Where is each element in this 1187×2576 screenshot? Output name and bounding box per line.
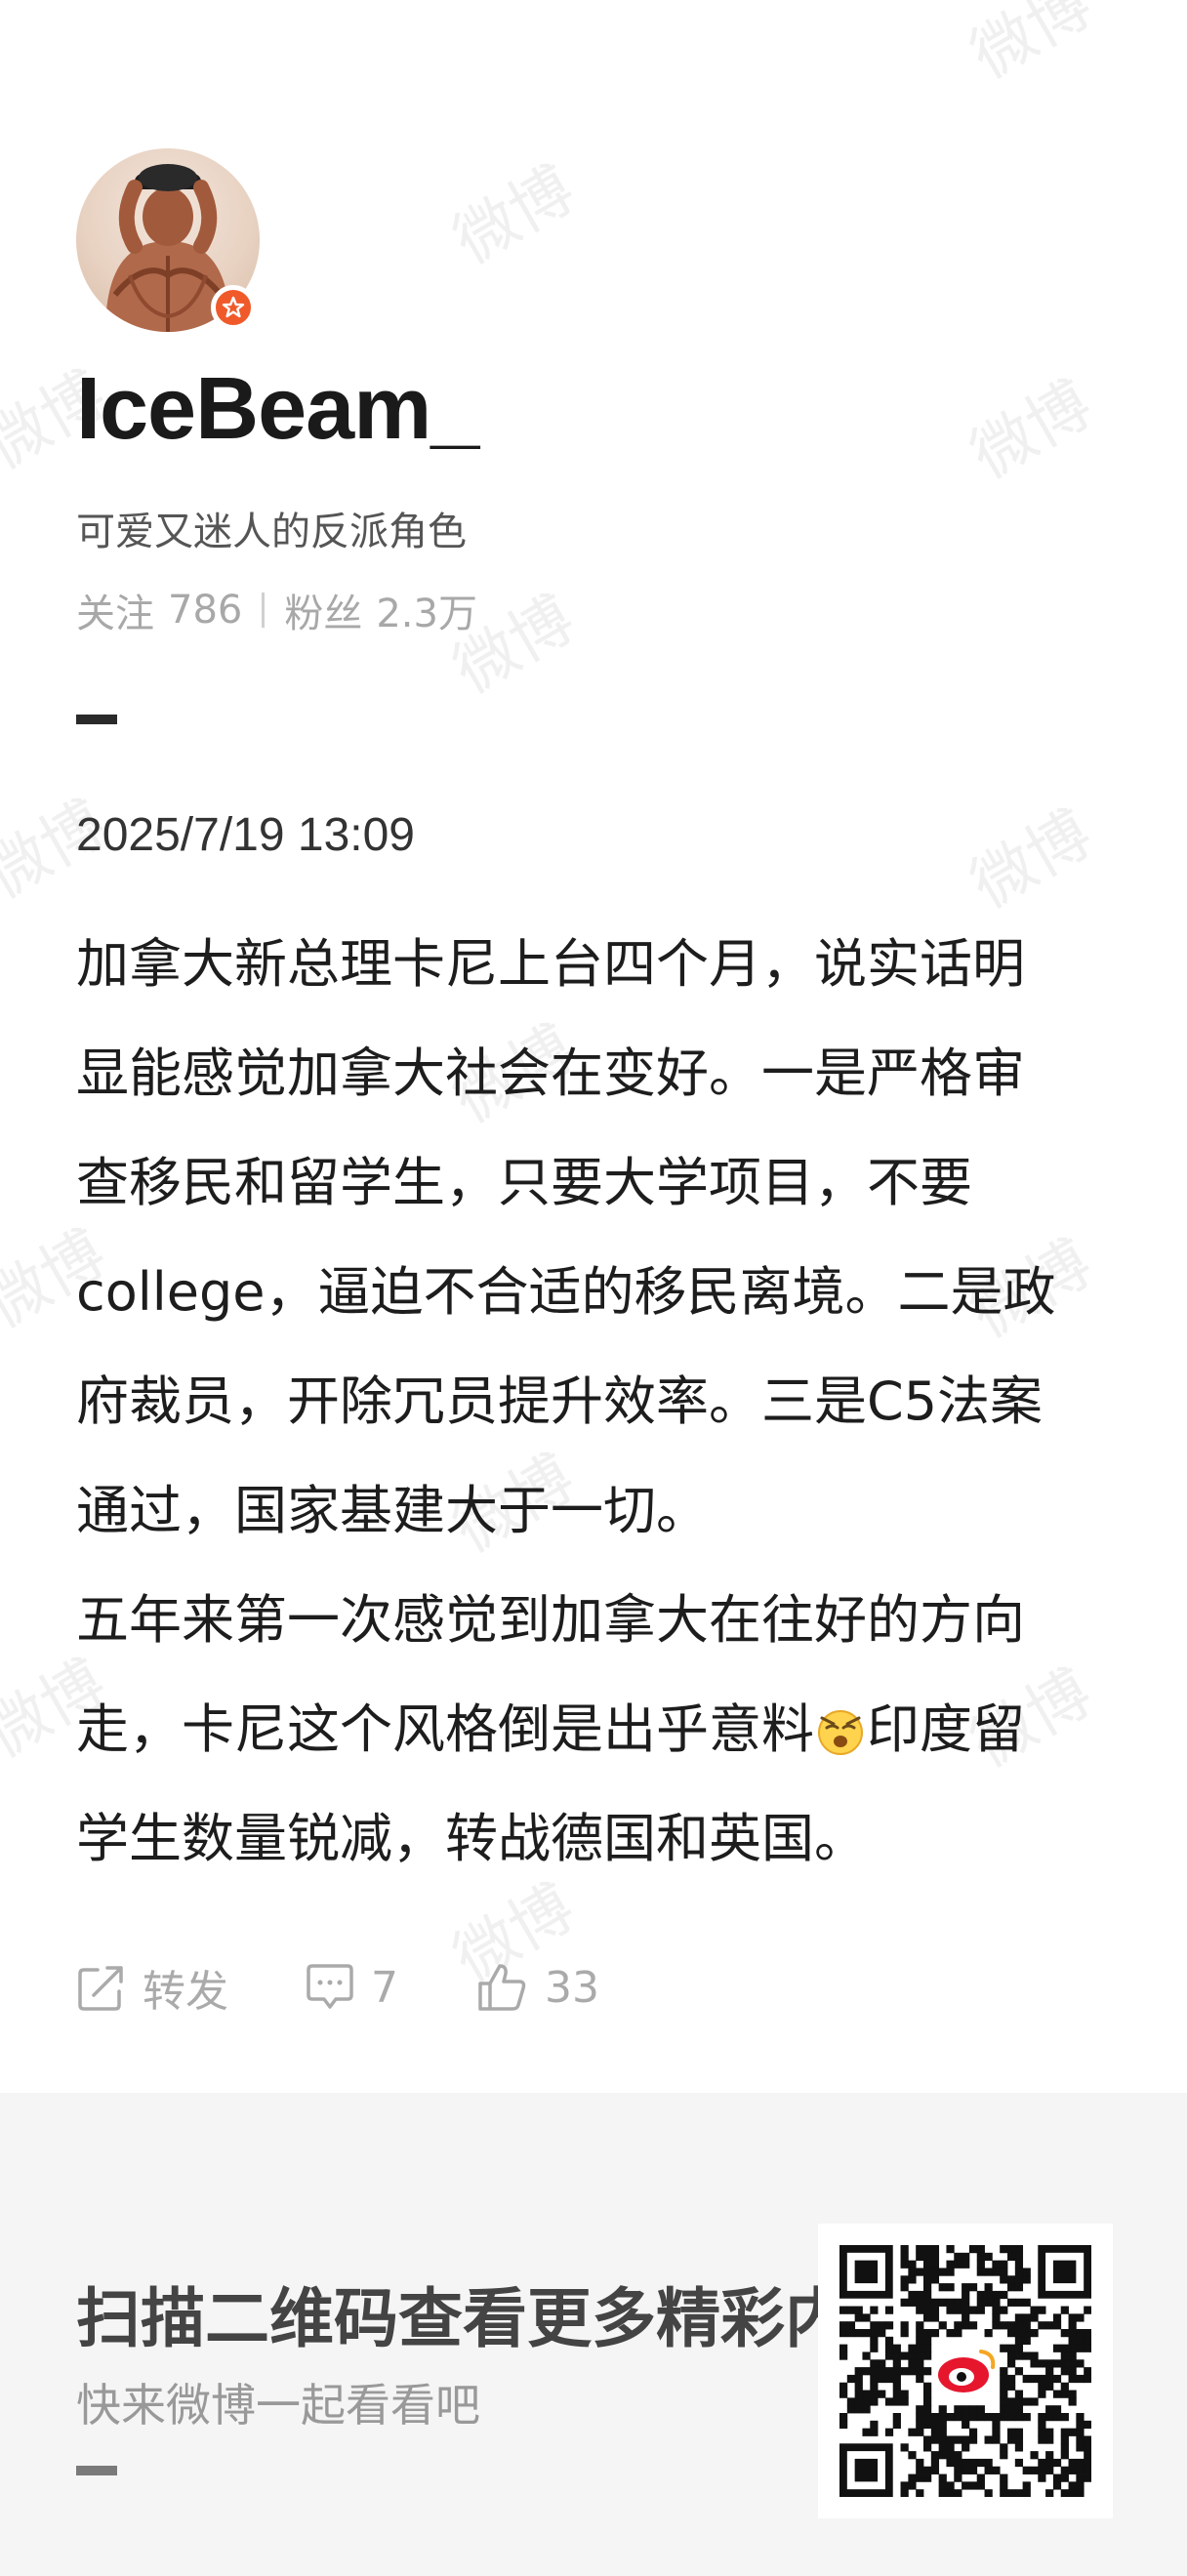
comment-count: 7 <box>371 1962 398 2013</box>
footer-divider <box>76 2466 117 2475</box>
post-text-line: 加拿大新总理卡尼上台四个月，说实话明 <box>76 933 1025 995</box>
verified-badge-icon <box>211 285 256 330</box>
post-text-line: 查移民和留学生，只要大学项目，不要 <box>76 1152 972 1213</box>
qr-code[interactable] <box>818 2224 1113 2518</box>
watermark-text: 微博 <box>442 153 587 279</box>
surprised-emoji-icon <box>814 1685 867 1755</box>
user-bio: 可爱又迷人的反派角色 <box>76 510 467 554</box>
username[interactable]: IceBeam_ <box>76 359 479 460</box>
post-text-line: 通过，国家基建大于一切。 <box>76 1480 709 1541</box>
post-text-line-with-emoji: 走，卡尼这个风格倒是出乎意料 印度留 <box>76 1675 1111 1784</box>
following-count[interactable]: 786 <box>168 588 242 633</box>
post-text-line: 显能感觉加拿大社会在变好。一是严格审 <box>76 1043 1025 1104</box>
post-text-segment: 走，卡尼这个风格倒是出乎意料 <box>76 1698 814 1760</box>
qr-code-image <box>839 2245 1092 2498</box>
stats-divider <box>262 593 266 628</box>
comment-icon <box>307 1964 353 2009</box>
post-actions: 转发 7 33 <box>76 1956 675 2019</box>
watermark-text: 微博 <box>960 797 1104 923</box>
watermark-text: 微博 <box>960 368 1104 494</box>
like-button[interactable]: 33 <box>474 1960 599 2015</box>
repost-label: 转发 <box>143 1967 228 2017</box>
post-text-line: 府裁员，开除冗员提升效率。三是C5法案 <box>76 1370 1044 1432</box>
followers-label[interactable]: 粉丝 <box>284 582 362 638</box>
footer-subtitle: 快来微博一起看看吧 <box>76 2379 480 2432</box>
followers-count[interactable]: 2.3万 <box>376 582 477 638</box>
post-body: 加拿大新总理卡尼上台四个月，说实话明 显能感觉加拿大社会在变好。一是严格审 查移… <box>76 910 1111 1894</box>
footer-panel: 扫描二维码查看更多精彩内容 快来微博一起看看吧 <box>0 2093 1187 2576</box>
post-text-line: 五年来第一次感觉到加拿大在往好的方向 <box>76 1589 1025 1651</box>
like-count: 33 <box>545 1962 599 2013</box>
post-text-line: 学生数量锐减，转战德国和英国。 <box>76 1808 867 1869</box>
footer-title: 扫描二维码查看更多精彩内容 <box>76 2281 914 2356</box>
user-stats: 关注 786 粉丝 2.3万 <box>76 582 477 638</box>
watermark-text: 微博 <box>960 0 1104 94</box>
post-text-line: college，逼迫不合适的移民离境。二是政 <box>76 1261 1056 1323</box>
repost-button[interactable]: 转发 <box>76 1956 228 2019</box>
comment-button[interactable]: 7 <box>305 1962 398 2013</box>
post-text-segment: 印度留 <box>867 1698 1025 1760</box>
section-divider <box>76 715 117 724</box>
post-timestamp: 2025/7/19 13:09 <box>76 809 415 861</box>
thumbs-up-icon <box>478 1964 526 2011</box>
following-label[interactable]: 关注 <box>76 582 154 638</box>
repost-icon <box>78 1966 123 2011</box>
